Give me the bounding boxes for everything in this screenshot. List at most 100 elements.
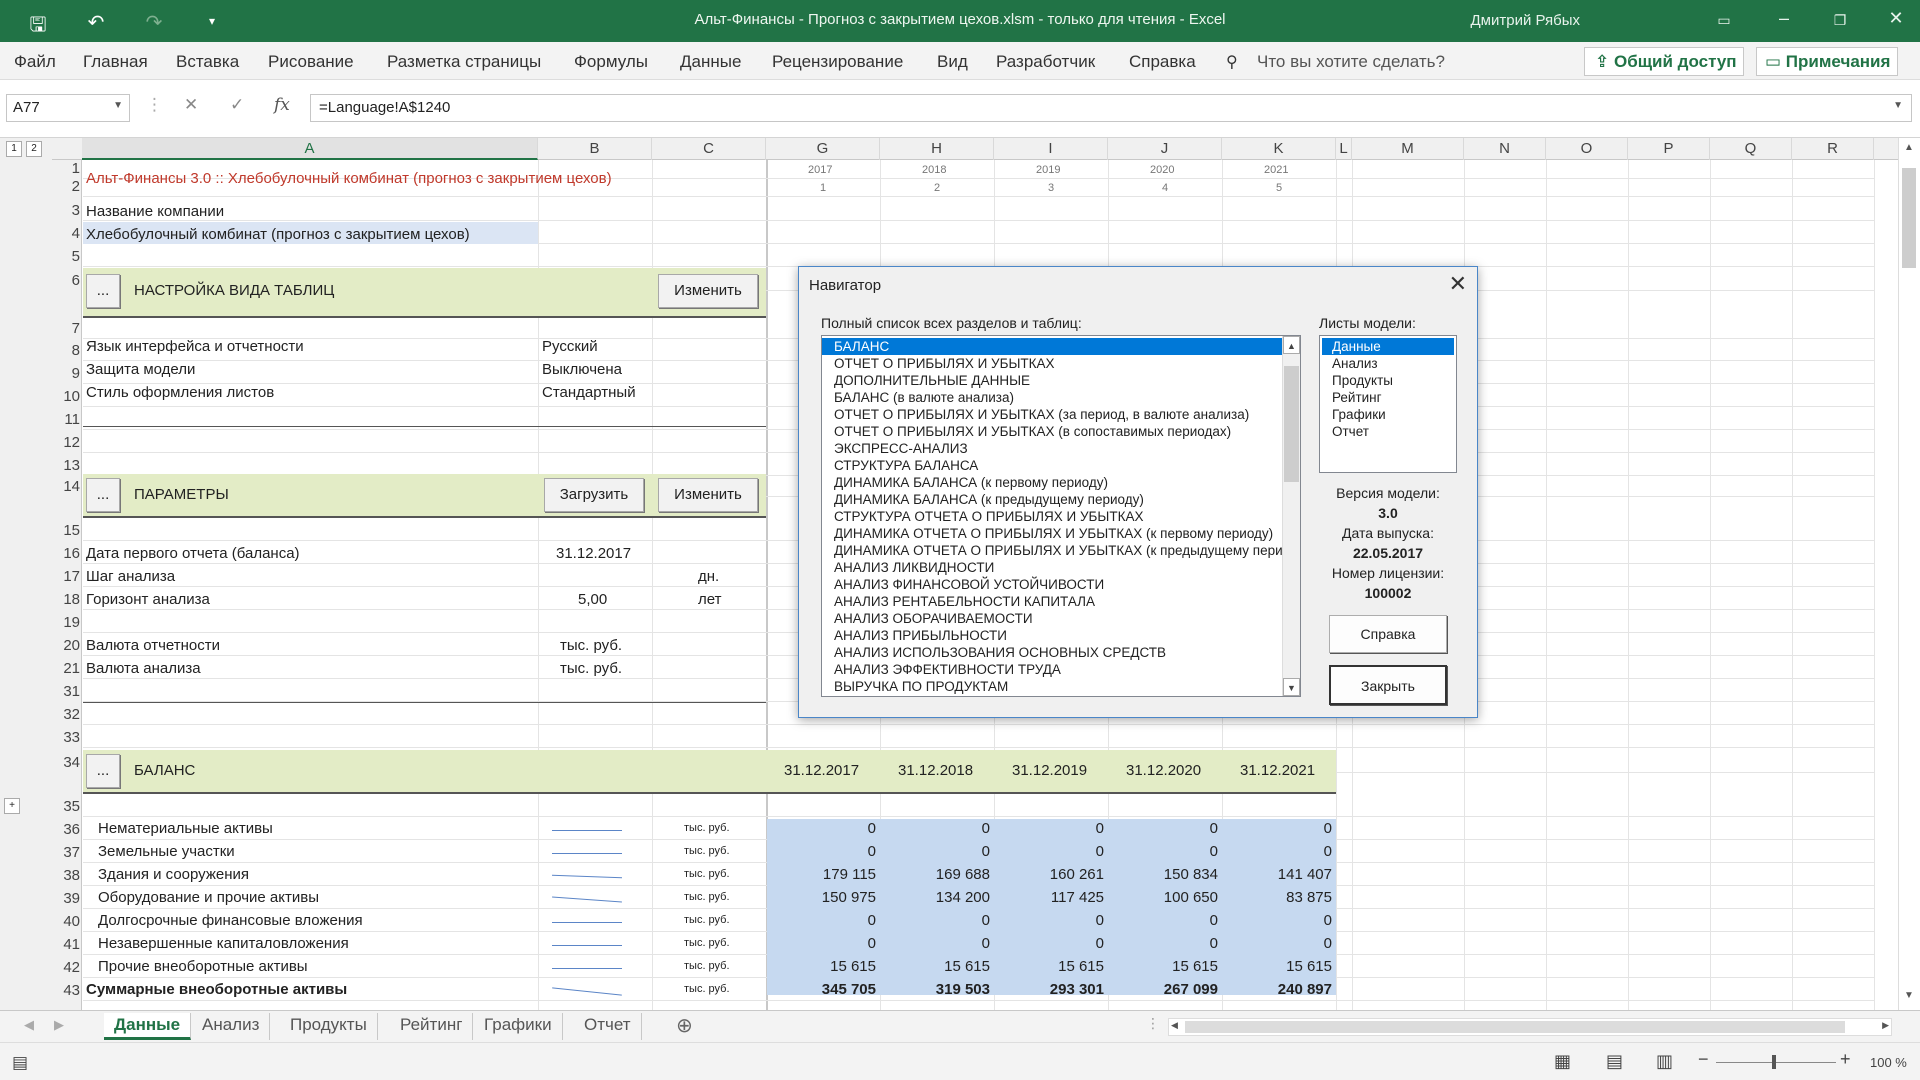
company-name-label[interactable]: Название компании [86,203,224,220]
balance-value-cell[interactable]: 0 [1242,843,1332,860]
enter-icon[interactable]: ✓ [230,95,244,115]
balance-value-cell[interactable]: 15 615 [1128,958,1218,975]
balance-value-cell[interactable]: 117 425 [1014,889,1104,906]
balance-value-cell[interactable]: 345 705 [786,981,876,998]
balance-row-label[interactable]: Земельные участки [98,843,235,860]
zoom-level[interactable]: 100 % [1870,1055,1907,1070]
balance-value-cell[interactable]: 169 688 [900,866,990,883]
name-box[interactable]: A77 ▼ [6,94,130,122]
menu-home[interactable]: Главная [83,52,148,72]
language-label[interactable]: Язык интерфейса и отчетности [86,338,304,355]
model-title[interactable]: Альт-Финансы 3.0 :: Хлебобулочный комбин… [86,170,612,187]
menu-data[interactable]: Данные [680,52,741,72]
row-header[interactable]: 35 [44,798,80,815]
listbox-scrollbar[interactable]: ▲ ▼ [1282,336,1300,696]
balance-value-cell[interactable]: 0 [786,935,876,952]
style-value[interactable]: Стандартный [542,384,636,401]
unit-label[interactable]: тыс. руб. [684,937,730,949]
row-header[interactable]: 19 [44,614,80,631]
row-header[interactable]: 1 [44,160,80,177]
row-header[interactable]: 11 [44,411,80,428]
row-header[interactable]: 16 [44,545,80,562]
comments-button[interactable]: ▭ Примечания [1756,47,1898,76]
reporting-currency-label[interactable]: Валюта отчетности [86,637,220,654]
unit-label[interactable]: тыс. руб. [684,960,730,972]
col-header-c[interactable]: C [652,138,766,160]
row-header[interactable]: 2 [44,178,80,195]
section-list-item[interactable]: БАЛАНС [822,338,1282,355]
balance-value-cell[interactable]: 0 [900,820,990,837]
row-header[interactable]: 17 [44,568,80,585]
page-layout-view-icon[interactable]: ▤ [1606,1051,1623,1072]
row-header[interactable]: 33 [44,729,80,746]
row-header[interactable]: 42 [44,959,80,976]
ribbon-display-icon[interactable]: ▭ [1704,12,1744,29]
balance-value-cell[interactable]: 0 [1128,820,1218,837]
section-list-item[interactable]: АНАЛИЗ ПРИБЫЛЬНОСТИ [822,627,1282,644]
col-header-j[interactable]: J [1108,138,1222,160]
col-header-q[interactable]: Q [1710,138,1792,160]
section-list-item[interactable]: ОТЧЕТ О ПРИБЫЛЯХ И УБЫТКАХ (в сопоставим… [822,423,1282,440]
section-list-item[interactable]: АНАЛИЗ ЛИКВИДНОСТИ [822,559,1282,576]
balance-value-cell[interactable]: 179 115 [786,866,876,883]
zoom-in-icon[interactable]: + [1840,1049,1851,1070]
maximize-icon[interactable]: ❐ [1820,12,1860,29]
section-list-item[interactable]: АНАЛИЗ ОБОРАЧИВАЕМОСТИ [822,610,1282,627]
section-list-item[interactable]: АНАЛИЗ РЕНТАБЕЛЬНОСТИ КАПИТАЛА [822,593,1282,610]
balance-value-cell[interactable]: 0 [1014,820,1104,837]
sheet-list-item[interactable]: Рейтинг [1322,389,1454,406]
section-list-item[interactable]: ОТЧЕТ О ПРИБЫЛЯХ И УБЫТКАХ (за период, в… [822,406,1282,423]
expand-formula-icon[interactable]: ▼ [1893,100,1903,111]
balance-row-label[interactable]: Прочие внеоборотные активы [98,958,308,975]
col-header-l[interactable]: L [1336,138,1352,160]
sheets-listbox[interactable]: Данные Анализ Продукты Рейтинг Графики Отчет [1319,335,1457,473]
balance-value-cell[interactable]: 15 615 [900,958,990,975]
section-list-item[interactable]: ОТЧЕТ О ПРИБЫЛЯХ И УБЫТКАХ [822,355,1282,372]
change-view-button[interactable]: Изменить [658,274,758,308]
scroll-right-icon[interactable]: ▶ [1882,1020,1889,1031]
section-list-item[interactable]: ДИНАМИКА БАЛАНСА (к предыдущему периоду) [822,491,1282,508]
menu-view[interactable]: Вид [937,52,968,72]
load-button[interactable]: Загрузить [544,478,644,512]
menu-draw[interactable]: Рисование [268,52,354,72]
sections-listbox[interactable]: БАЛАНС ОТЧЕТ О ПРИБЫЛЯХ И УБЫТКАХ ДОПОЛНИТ… [821,335,1301,697]
first-report-date-value[interactable]: 31.12.2017 [556,545,631,562]
dots-button[interactable]: ... [86,478,120,512]
balance-value-cell[interactable]: 0 [786,820,876,837]
section-list-item[interactable]: ДОПОЛНИТЕЛЬНЫЕ ДАННЫЕ [822,372,1282,389]
balance-value-cell[interactable]: 0 [900,935,990,952]
balance-value-cell[interactable]: 134 200 [900,889,990,906]
section-list-item[interactable]: ДИНАМИКА БАЛАНСА (к первому периоду) [822,474,1282,491]
balance-value-cell[interactable]: 15 615 [1014,958,1104,975]
row-header[interactable]: 34 [44,754,80,771]
sheet-tab[interactable]: Данные [104,1013,192,1040]
analysis-currency-label[interactable]: Валюта анализа [86,660,201,677]
balance-value-cell[interactable]: 240 897 [1242,981,1332,998]
expand-group-button[interactable]: + [4,798,20,814]
balance-row-label[interactable]: Долгосрочные финансовые вложения [98,912,363,929]
col-header-n[interactable]: N [1464,138,1546,160]
scroll-thumb[interactable] [1902,168,1916,268]
unit-label[interactable]: тыс. руб. [684,891,730,903]
row-header[interactable]: 31 [44,683,80,700]
balance-value-cell[interactable]: 0 [1242,820,1332,837]
minimize-icon[interactable]: – [1764,8,1804,29]
formula-input[interactable]: =Language!A$1240 ▼ [310,94,1912,122]
col-header-a[interactable]: A [82,138,538,160]
row-header[interactable]: 5 [44,248,80,265]
unit-label[interactable]: тыс. руб. [684,914,730,926]
balance-value-cell[interactable]: 0 [900,843,990,860]
balance-row-label[interactable]: Суммарные внеоборотные активы [86,981,347,998]
close-icon[interactable]: ✕ [1449,271,1467,297]
sheet-tab[interactable]: Продукты [280,1013,378,1040]
horizontal-scrollbar[interactable]: ◀ ▶ [1168,1018,1892,1036]
sheet-list-item[interactable]: Данные [1322,338,1454,355]
zoom-slider-thumb[interactable] [1772,1055,1776,1069]
row-header[interactable]: 3 [44,202,80,219]
row-header[interactable]: 36 [44,821,80,838]
user-name[interactable]: Дмитрий Рябых [1471,12,1581,29]
balance-value-cell[interactable]: 0 [900,912,990,929]
balance-value-cell[interactable]: 15 615 [786,958,876,975]
balance-value-cell[interactable]: 0 [786,912,876,929]
menu-formulas[interactable]: Формулы [574,52,648,72]
